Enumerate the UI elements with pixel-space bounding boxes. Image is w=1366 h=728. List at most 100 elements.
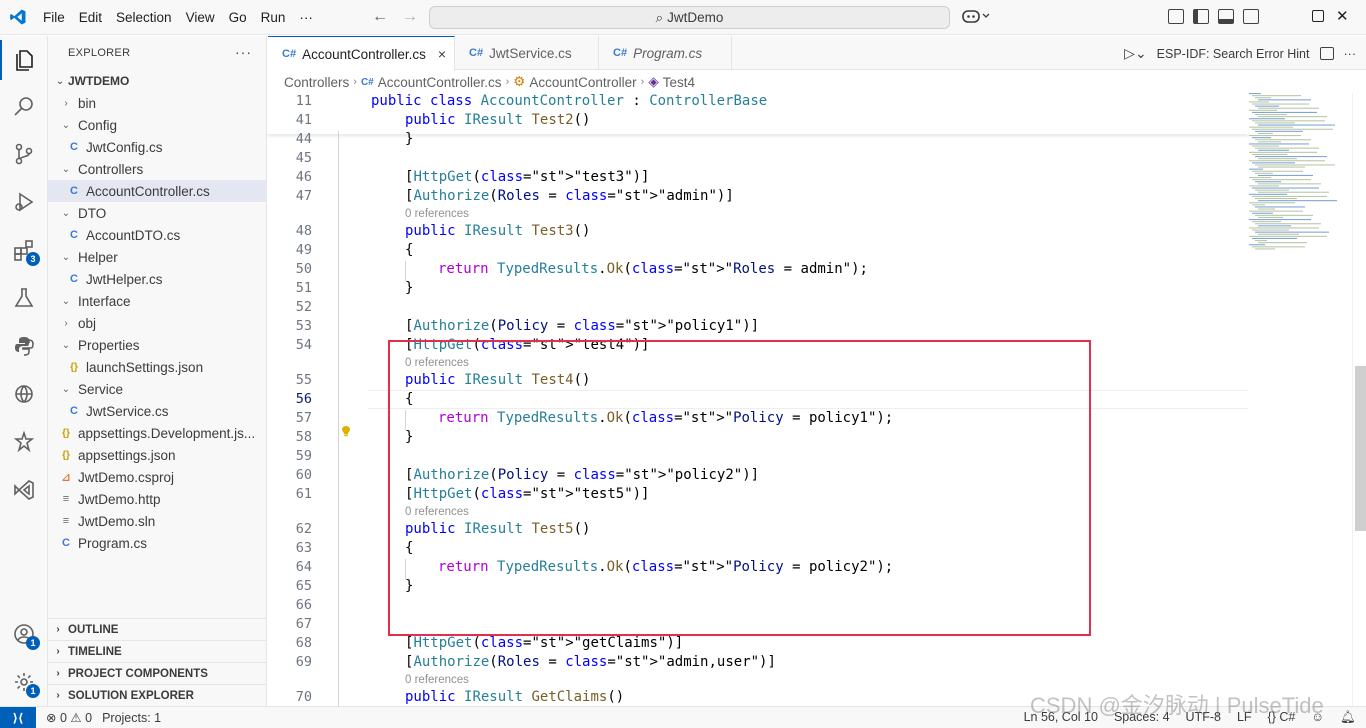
breadcrumb-file[interactable]: AccountController.cs: [378, 75, 502, 90]
forward-arrow-icon[interactable]: →: [402, 8, 418, 26]
layout-customize-icon[interactable]: [1168, 9, 1184, 24]
split-editor-icon[interactable]: [1319, 47, 1334, 60]
command-center-search[interactable]: ⌕ JwtDemo: [429, 6, 950, 29]
tree-item[interactable]: C JwtService.cs: [48, 400, 267, 422]
tree-item[interactable]: C Program.cs: [48, 532, 267, 554]
menu-edit[interactable]: Edit: [72, 10, 109, 25]
back-arrow-icon[interactable]: ←: [372, 8, 388, 26]
errors-status[interactable]: ⊗ 0 ⚠ 0: [46, 710, 92, 725]
menu-go[interactable]: Go: [222, 10, 254, 25]
tree-item[interactable]: ⊿ JwtDemo.csproj: [48, 466, 267, 488]
breadcrumb-class[interactable]: AccountController: [529, 75, 636, 90]
code-line[interactable]: [Authorize(Policy = class="st">"policy1"…: [405, 318, 759, 334]
lightbulb-icon[interactable]: [340, 425, 352, 437]
tree-item[interactable]: ≡ JwtDemo.sln: [48, 510, 267, 532]
tree-item[interactable]: ⌄ DTO: [48, 202, 267, 224]
manage-gear-icon[interactable]: 1: [0, 662, 48, 702]
close-window-icon[interactable]: ✕: [1336, 7, 1349, 25]
notifications-bell-icon[interactable]: 🔔︎: [1340, 710, 1356, 725]
accounts-icon[interactable]: 1: [0, 614, 48, 654]
tree-item[interactable]: ⌄ Helper: [48, 246, 267, 268]
code-line[interactable]: [Authorize(Roles = class="st">"admin,use…: [405, 654, 776, 670]
tab-program[interactable]: C# Program.cs: [599, 36, 732, 70]
tree-item[interactable]: C JwtHelper.cs: [48, 268, 267, 290]
editor-more-actions[interactable]: ···: [1344, 47, 1357, 61]
tree-item[interactable]: {} launchSettings.json: [48, 356, 267, 378]
tree-item[interactable]: ≡ JwtDemo.http: [48, 488, 267, 510]
line-number: 53: [295, 318, 312, 334]
code-line[interactable]: return TypedResults.Ok(class="st">"Roles…: [438, 261, 868, 277]
minimap[interactable]: [1243, 93, 1353, 706]
tree-item[interactable]: ⌄ Controllers: [48, 158, 267, 180]
line-number: 51: [295, 280, 312, 296]
minimap-line: [1255, 122, 1295, 124]
references-codelens[interactable]: 0 references: [405, 208, 469, 220]
explorer-more-actions[interactable]: ···: [235, 44, 252, 60]
esp-idf-icon[interactable]: [0, 422, 48, 462]
tree-item[interactable]: ⌄ Properties: [48, 334, 267, 356]
tab-jwt-service[interactable]: C# JwtService.cs: [455, 36, 599, 70]
workspace-root[interactable]: ⌄ JWTDEMO: [48, 70, 267, 92]
menu-more[interactable]: ···: [292, 10, 320, 25]
close-icon[interactable]: ×: [438, 46, 446, 62]
code-line[interactable]: [HttpGet(class="st">"getClaims")]: [405, 635, 683, 651]
code-line[interactable]: [Authorize(Roles = class="st">"admin")]: [405, 188, 734, 204]
section-outline[interactable]: › OUTLINE: [48, 618, 267, 640]
esp-idf-hint-button[interactable]: ESP-IDF: Search Error Hint: [1157, 47, 1310, 61]
code-line[interactable]: }: [405, 131, 413, 147]
code-line[interactable]: {: [405, 242, 413, 258]
testing-icon[interactable]: [0, 278, 48, 318]
toggle-secondary-sidebar-icon[interactable]: [1243, 9, 1259, 24]
tree-item[interactable]: {} appsettings.json: [48, 444, 267, 466]
menu-file[interactable]: File: [36, 10, 72, 25]
remote-explorer-icon[interactable]: [0, 374, 48, 414]
remote-indicator-icon[interactable]: ⟩⟨: [0, 706, 36, 728]
minimap-line: [1249, 118, 1285, 120]
tree-item[interactable]: C AccountController.cs: [48, 180, 267, 202]
code-line[interactable]: public IResult Test3(): [405, 223, 590, 239]
minimap-line: [1252, 237, 1297, 239]
python-icon[interactable]: [0, 326, 48, 366]
copilot-icon[interactable]: [962, 8, 992, 27]
run-debug-icon[interactable]: [0, 182, 48, 222]
tree-item[interactable]: C JwtConfig.cs: [48, 136, 267, 158]
explorer-icon[interactable]: [0, 40, 48, 80]
method-icon: ◈: [648, 74, 659, 89]
projects-status[interactable]: Projects: 1: [102, 711, 161, 725]
tree-item[interactable]: {} appsettings.Development.js...: [48, 422, 267, 444]
tree-item[interactable]: ⌄ Service: [48, 378, 267, 400]
menu-run[interactable]: Run: [254, 10, 293, 25]
menu-selection[interactable]: Selection: [109, 10, 179, 25]
tree-item[interactable]: C AccountDTO.cs: [48, 224, 267, 246]
code-editor[interactable]: 11 public class AccountController : Contr…: [268, 93, 1366, 728]
references-codelens[interactable]: 0 references: [405, 674, 469, 686]
code-line[interactable]: [HttpGet(class="st">"test3")]: [405, 169, 649, 185]
tab-account-controller[interactable]: C# AccountController.cs ×: [268, 36, 455, 71]
code-line[interactable]: }: [405, 280, 413, 296]
search-icon[interactable]: [0, 86, 48, 126]
section-solution-explorer[interactable]: › SOLUTION EXPLORER: [48, 684, 267, 706]
extensions-icon[interactable]: 3: [0, 230, 48, 270]
section-timeline[interactable]: › TIMELINE: [48, 640, 267, 662]
source-control-icon[interactable]: [0, 134, 48, 174]
section-project-components[interactable]: › PROJECT COMPONENTS: [48, 662, 267, 684]
toggle-primary-sidebar-icon[interactable]: [1193, 9, 1209, 24]
run-play-icon[interactable]: ▷⌄: [1124, 45, 1147, 62]
code-line[interactable]: public IResult Test2(): [405, 112, 590, 128]
menu-view[interactable]: View: [179, 10, 222, 25]
tree-item[interactable]: › bin: [48, 92, 267, 114]
toggle-panel-icon[interactable]: [1218, 9, 1234, 24]
vertical-scrollbar[interactable]: [1352, 93, 1366, 706]
tree-item[interactable]: ⌄ Config: [48, 114, 267, 136]
scrollbar-thumb[interactable]: [1355, 366, 1366, 531]
code-line[interactable]: public IResult GetClaims(): [405, 689, 624, 705]
code-line[interactable]: public class AccountController : Control…: [371, 93, 767, 109]
chevron-down-icon: ⌄: [61, 119, 71, 131]
visual-studio-icon[interactable]: [0, 470, 48, 510]
minimap-line: [1255, 156, 1327, 158]
breadcrumb-folder[interactable]: Controllers: [284, 75, 349, 90]
tree-item[interactable]: › obj: [48, 312, 267, 334]
breadcrumb-method[interactable]: Test4: [663, 75, 695, 90]
tree-item[interactable]: ⌄ Interface: [48, 290, 267, 312]
restore-window-icon[interactable]: [1312, 10, 1324, 22]
